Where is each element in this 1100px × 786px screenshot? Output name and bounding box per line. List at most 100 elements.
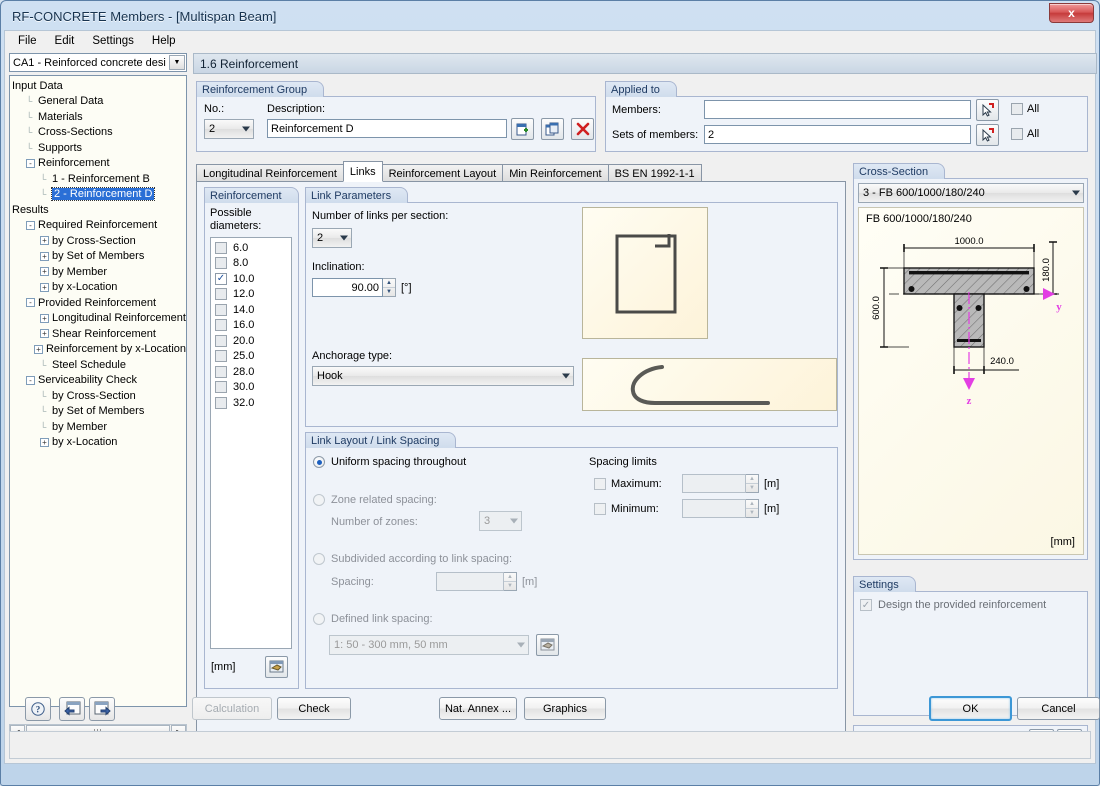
ok-button[interactable]: OK [929, 696, 1012, 721]
stepper-up-icon[interactable]: ▲ [504, 573, 516, 582]
subdivided-spacing-radio-row[interactable]: Subdivided according to link spacing: [313, 553, 512, 565]
design-case-combo[interactable]: CA1 - Reinforced concrete desi ▼ [9, 53, 187, 72]
tree-item[interactable]: + Longitudinal Reinforcement [12, 311, 186, 327]
diameter-row[interactable]: 32.0 [211, 395, 291, 411]
tree-item[interactable]: └ 2 - Reinforcement D [12, 187, 186, 203]
tab-links[interactable]: Links [342, 161, 383, 182]
stepper-down-icon[interactable]: ▼ [746, 509, 758, 517]
expand-icon[interactable]: + [40, 251, 49, 261]
group-description-input[interactable]: Reinforcement D [267, 119, 507, 138]
defined-spacing-radio-row[interactable]: Defined link spacing: [313, 613, 433, 625]
diameter-row[interactable]: 12.0 [211, 287, 291, 303]
tree-item[interactable]: - Serviceability Check [12, 373, 186, 389]
minimum-checkbox[interactable] [594, 503, 606, 515]
diameter-checkbox[interactable] [215, 319, 227, 332]
tab-min-reinforcement[interactable]: Min Reinforcement [502, 164, 609, 182]
diameter-row[interactable]: 28.0 [211, 364, 291, 380]
menu-item-edit[interactable]: Edit [46, 33, 84, 49]
tree-item[interactable]: └ by Set of Members [12, 404, 186, 420]
expand-icon[interactable]: + [40, 282, 49, 292]
help-question-icon[interactable]: ? [25, 697, 51, 721]
zone-spacing-radio-row[interactable]: Zone related spacing: [313, 494, 437, 506]
group-no-combo[interactable]: 2 [204, 119, 254, 139]
diameter-row[interactable]: ✓ 10.0 [211, 271, 291, 287]
collapse-icon[interactable]: - [26, 375, 35, 385]
expand-icon[interactable]: + [40, 267, 49, 277]
previous-arrow-icon[interactable] [59, 697, 85, 721]
expand-icon[interactable]: + [40, 313, 49, 323]
edit-table-icon[interactable] [265, 656, 288, 678]
minimum-stepper[interactable]: ▲ ▼ [746, 499, 759, 518]
sets-of-members-input[interactable]: 2 [704, 125, 971, 144]
tree-item[interactable]: - Provided Reinforcement [12, 295, 186, 311]
diameter-checkbox[interactable] [215, 334, 227, 347]
tree-item[interactable]: - Reinforcement [12, 156, 186, 172]
tree-item[interactable]: + by Set of Members [12, 249, 186, 265]
tree-item[interactable]: └ Steel Schedule [12, 357, 186, 373]
tree-item[interactable]: └ General Data [12, 94, 186, 110]
tree-item[interactable]: + by x-Location [12, 280, 186, 296]
diameter-checkbox[interactable] [215, 288, 227, 301]
diameter-row[interactable]: 8.0 [211, 256, 291, 272]
cancel-button[interactable]: Cancel [1017, 697, 1100, 720]
expand-icon[interactable]: + [40, 329, 49, 339]
tree-item[interactable]: Results [12, 202, 186, 218]
diameter-checkbox[interactable] [215, 257, 227, 270]
diameter-checkbox[interactable] [215, 241, 227, 254]
menu-item-help[interactable]: Help [143, 33, 185, 49]
anchorage-type-combo[interactable]: Hook [312, 366, 574, 386]
stepper-down-icon[interactable]: ▼ [383, 288, 395, 296]
collapse-icon[interactable]: - [26, 158, 35, 168]
menu-item-file[interactable]: File [9, 33, 46, 49]
cross-section-combo[interactable]: 3 - FB 600/1000/180/240 [858, 183, 1084, 203]
collapse-icon[interactable]: - [26, 298, 35, 308]
new-page-icon[interactable] [511, 118, 534, 140]
expand-icon[interactable]: + [40, 437, 49, 447]
defined-spacing-combo[interactable]: 1: 50 - 300 mm, 50 mm [329, 635, 529, 655]
tree-item[interactable]: + by Member [12, 264, 186, 280]
next-arrow-icon[interactable] [89, 697, 115, 721]
calculation-button[interactable]: Calculation [192, 697, 272, 720]
check-button[interactable]: Check [277, 697, 351, 720]
expand-icon[interactable]: + [33, 344, 43, 354]
stepper-down-icon[interactable]: ▼ [504, 582, 516, 590]
tab-strip[interactable]: Longitudinal Reinforcement Links Reinforce… [196, 161, 702, 182]
uniform-spacing-radio[interactable] [313, 456, 325, 468]
tree-item[interactable]: └ by Member [12, 419, 186, 435]
tree-item[interactable]: └ 1 - Reinforcement B [12, 171, 186, 187]
inclination-input[interactable]: 90.00 [312, 278, 383, 297]
diameter-row[interactable]: 25.0 [211, 349, 291, 365]
spacing-stepper[interactable]: ▲ ▼ [504, 572, 517, 591]
members-input[interactable] [704, 100, 971, 119]
number-of-zones-combo[interactable]: 3 [479, 511, 522, 531]
defined-spacing-radio[interactable] [313, 613, 325, 625]
maximum-checkbox[interactable] [594, 478, 606, 490]
design-reinforcement-checkbox[interactable]: ✓ [860, 599, 872, 611]
graphics-button[interactable]: Graphics [524, 697, 606, 720]
spacing-input[interactable] [436, 572, 504, 591]
nat-annex-button[interactable]: Nat. Annex ... [439, 697, 517, 720]
diameter-row[interactable]: 16.0 [211, 318, 291, 334]
pick-pointer-icon-2[interactable] [976, 124, 999, 146]
tree-item[interactable]: └ Materials [12, 109, 186, 125]
maximum-stepper[interactable]: ▲ ▼ [746, 474, 759, 493]
diameter-row[interactable]: 14.0 [211, 302, 291, 318]
stepper-up-icon[interactable]: ▲ [746, 500, 758, 509]
tree-item[interactable]: Input Data [12, 78, 186, 94]
tree-item[interactable]: + by Cross-Section [12, 233, 186, 249]
tree-item[interactable]: + Reinforcement by x-Location [12, 342, 186, 358]
navigation-tree[interactable]: Input Data └ General Data └ Materials └ Cross-… [9, 75, 187, 707]
copy-icon[interactable] [541, 118, 564, 140]
tab-longitudinal-reinforcement[interactable]: Longitudinal Reinforcement [196, 164, 344, 182]
diameter-checkbox[interactable] [215, 396, 227, 409]
collapse-icon[interactable]: - [26, 220, 35, 230]
sets-all-checkbox[interactable] [1011, 128, 1023, 140]
diameter-checkbox[interactable]: ✓ [215, 272, 227, 285]
minimum-input[interactable] [682, 499, 746, 518]
stepper-up-icon[interactable]: ▲ [383, 279, 395, 288]
tree-item[interactable]: └ Supports [12, 140, 186, 156]
stepper-down-icon[interactable]: ▼ [746, 484, 758, 492]
tree-item[interactable]: - Required Reinforcement [12, 218, 186, 234]
delete-x-icon[interactable] [571, 118, 594, 140]
chevron-down-icon[interactable]: ▼ [169, 55, 185, 70]
